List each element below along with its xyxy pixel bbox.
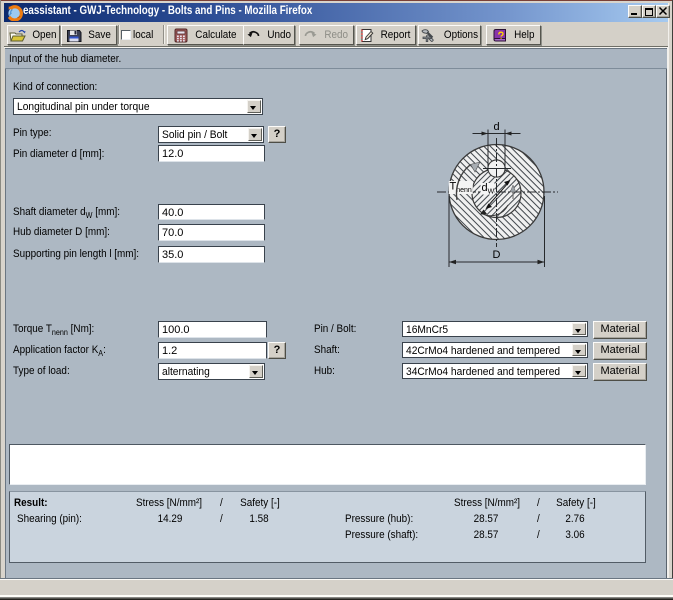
svg-text:d: d (493, 121, 499, 133)
svg-text:D: D (493, 249, 501, 261)
